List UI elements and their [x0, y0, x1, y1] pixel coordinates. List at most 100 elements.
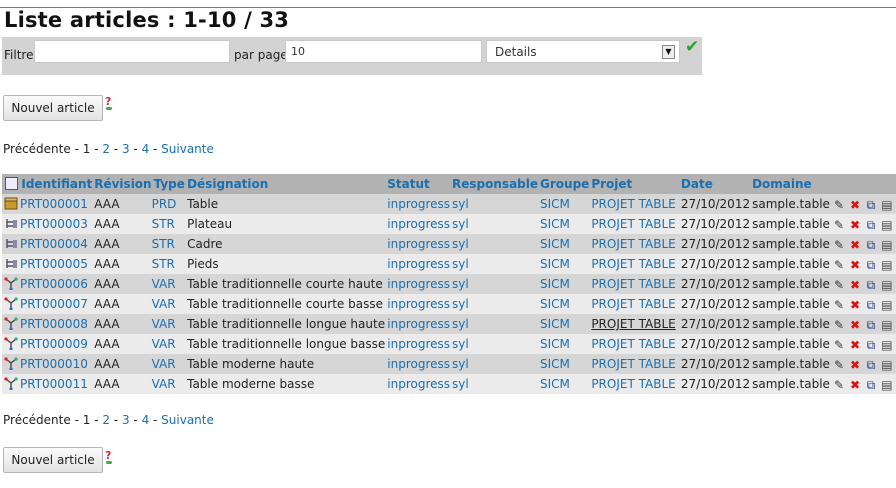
- delete-icon[interactable]: ✖: [848, 258, 862, 272]
- col-type[interactable]: Type: [151, 174, 186, 194]
- groupe-link[interactable]: SICM: [540, 237, 570, 251]
- type-link[interactable]: VAR: [152, 277, 176, 291]
- groupe-link[interactable]: SICM: [540, 317, 570, 331]
- clipboard-icon[interactable]: ▤: [880, 298, 894, 312]
- projet-link[interactable]: PROJET TABLE: [591, 237, 675, 251]
- delete-icon[interactable]: ✖: [848, 318, 862, 332]
- statut-link[interactable]: inprogress: [387, 217, 450, 231]
- responsable-link[interactable]: syl: [452, 317, 469, 331]
- projet-link[interactable]: PROJET TABLE: [591, 337, 675, 351]
- delete-icon[interactable]: ✖: [848, 278, 862, 292]
- new-article-button[interactable]: Nouvel article: [3, 95, 103, 121]
- col-identifiant[interactable]: Identifiant: [19, 174, 93, 194]
- projet-link[interactable]: PROJET TABLE: [591, 297, 675, 311]
- copy-icon[interactable]: ⧉: [864, 338, 878, 352]
- type-link[interactable]: PRD: [152, 197, 177, 211]
- pager-page-link[interactable]: 2: [102, 413, 110, 427]
- clipboard-icon[interactable]: ▤: [880, 218, 894, 232]
- checkmark-icon[interactable]: ✔: [685, 37, 699, 57]
- responsable-link[interactable]: syl: [452, 217, 469, 231]
- edit-icon[interactable]: ✎: [832, 278, 846, 292]
- edit-icon[interactable]: ✎: [832, 298, 846, 312]
- edit-icon[interactable]: ✎: [832, 198, 846, 212]
- article-id-link[interactable]: PRT000007: [20, 297, 88, 311]
- col-responsable[interactable]: Responsable: [450, 174, 539, 194]
- delete-icon[interactable]: ✖: [848, 298, 862, 312]
- statut-link[interactable]: inprogress: [387, 297, 450, 311]
- pager-page-link[interactable]: 2: [102, 142, 110, 156]
- groupe-link[interactable]: SICM: [540, 197, 570, 211]
- groupe-link[interactable]: SICM: [540, 357, 570, 371]
- delete-icon[interactable]: ✖: [848, 338, 862, 352]
- projet-link[interactable]: PROJET TABLE: [591, 197, 675, 211]
- type-link[interactable]: VAR: [152, 297, 176, 311]
- delete-icon[interactable]: ✖: [848, 358, 862, 372]
- col-domaine[interactable]: Domaine: [750, 174, 830, 194]
- delete-icon[interactable]: ✖: [848, 238, 862, 252]
- groupe-link[interactable]: SICM: [540, 297, 570, 311]
- article-id-link[interactable]: PRT000005: [20, 257, 88, 271]
- statut-link[interactable]: inprogress: [387, 257, 450, 271]
- type-link[interactable]: VAR: [152, 377, 176, 391]
- groupe-link[interactable]: SICM: [540, 377, 570, 391]
- copy-icon[interactable]: ⧉: [864, 298, 878, 312]
- projet-link[interactable]: PROJET TABLE: [591, 317, 675, 331]
- statut-link[interactable]: inprogress: [387, 237, 450, 251]
- select-all-checkbox-icon[interactable]: [5, 176, 18, 190]
- projet-link[interactable]: PROJET TABLE: [591, 377, 675, 391]
- groupe-link[interactable]: SICM: [540, 257, 570, 271]
- copy-icon[interactable]: ⧉: [864, 378, 878, 392]
- article-id-link[interactable]: PRT000009: [20, 337, 88, 351]
- pager-page-link[interactable]: 3: [122, 142, 130, 156]
- responsable-link[interactable]: syl: [452, 297, 469, 311]
- statut-link[interactable]: inprogress: [387, 317, 450, 331]
- responsable-link[interactable]: syl: [452, 277, 469, 291]
- statut-link[interactable]: inprogress: [387, 337, 450, 351]
- article-id-link[interactable]: PRT000006: [20, 277, 88, 291]
- copy-icon[interactable]: ⧉: [864, 358, 878, 372]
- type-link[interactable]: VAR: [152, 337, 176, 351]
- delete-icon[interactable]: ✖: [848, 198, 862, 212]
- projet-link[interactable]: PROJET TABLE: [591, 277, 675, 291]
- edit-icon[interactable]: ✎: [832, 318, 846, 332]
- type-link[interactable]: STR: [152, 257, 175, 271]
- pager-next[interactable]: Suivante: [161, 142, 214, 156]
- copy-icon[interactable]: ⧉: [864, 238, 878, 252]
- clipboard-icon[interactable]: ▤: [880, 198, 894, 212]
- type-link[interactable]: STR: [152, 237, 175, 251]
- article-id-link[interactable]: PRT000008: [20, 317, 88, 331]
- type-link[interactable]: STR: [152, 217, 175, 231]
- col-date[interactable]: Date: [678, 174, 751, 194]
- edit-icon[interactable]: ✎: [832, 218, 846, 232]
- new-article-button[interactable]: Nouvel article: [3, 447, 103, 473]
- col-designation[interactable]: Désignation: [185, 174, 386, 194]
- groupe-link[interactable]: SICM: [540, 217, 570, 231]
- copy-icon[interactable]: ⧉: [864, 258, 878, 272]
- help-icon[interactable]: ?: [105, 449, 113, 464]
- projet-link[interactable]: PROJET TABLE: [591, 357, 675, 371]
- statut-link[interactable]: inprogress: [387, 377, 450, 391]
- col-statut[interactable]: Statut: [385, 174, 451, 194]
- pager-next[interactable]: Suivante: [161, 413, 214, 427]
- statut-link[interactable]: inprogress: [387, 357, 450, 371]
- copy-icon[interactable]: ⧉: [864, 218, 878, 232]
- article-id-link[interactable]: PRT000004: [20, 237, 88, 251]
- edit-icon[interactable]: ✎: [832, 258, 846, 272]
- edit-icon[interactable]: ✎: [832, 358, 846, 372]
- clipboard-icon[interactable]: ▤: [880, 358, 894, 372]
- article-id-link[interactable]: PRT000011: [20, 377, 88, 391]
- copy-icon[interactable]: ⧉: [864, 278, 878, 292]
- chevron-down-icon[interactable]: ▼: [662, 45, 675, 59]
- type-link[interactable]: VAR: [152, 357, 176, 371]
- statut-link[interactable]: inprogress: [387, 277, 450, 291]
- col-revision[interactable]: Révision: [92, 174, 152, 194]
- responsable-link[interactable]: syl: [452, 257, 469, 271]
- view-select[interactable]: Details ▼: [486, 40, 680, 63]
- article-id-link[interactable]: PRT000001: [20, 197, 88, 211]
- col-groupe[interactable]: Groupe: [538, 174, 590, 194]
- type-link[interactable]: VAR: [152, 317, 176, 331]
- projet-link[interactable]: PROJET TABLE: [591, 257, 675, 271]
- clipboard-icon[interactable]: ▤: [880, 378, 894, 392]
- groupe-link[interactable]: SICM: [540, 277, 570, 291]
- responsable-link[interactable]: syl: [452, 337, 469, 351]
